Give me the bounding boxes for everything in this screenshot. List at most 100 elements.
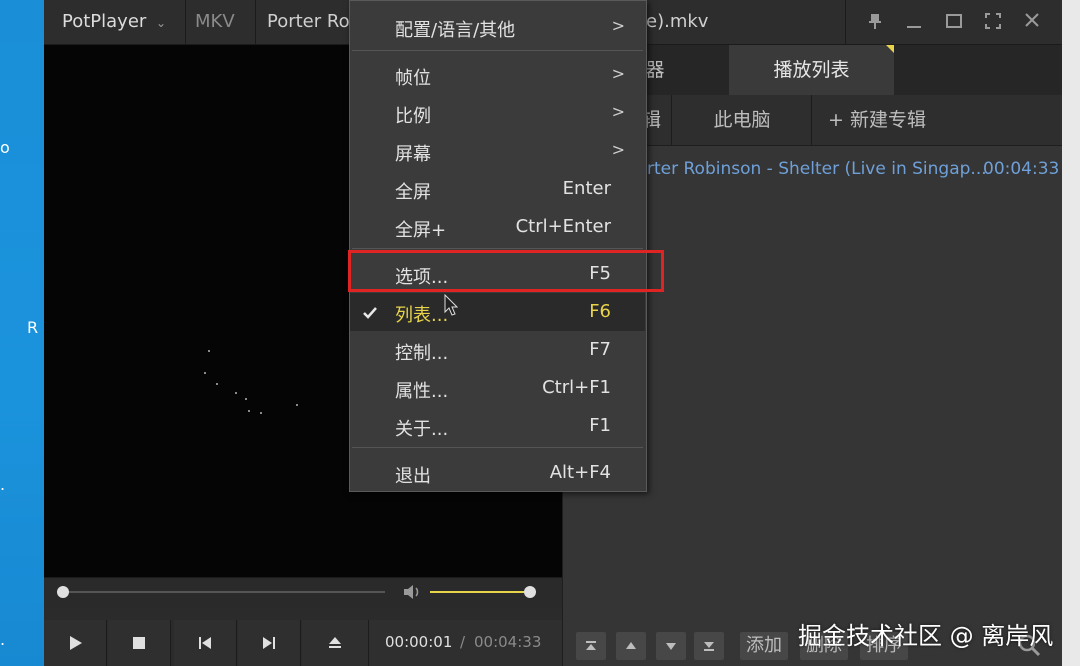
submenu-arrow-icon: > [611, 140, 625, 159]
menu-item-properties[interactable]: 属性... Ctrl+F1 [350, 369, 645, 407]
menu-item-control[interactable]: 控制... F7 [350, 331, 645, 369]
menu-item-screen[interactable]: 屏幕 > [350, 132, 645, 170]
desktop-icon-label: o [0, 138, 10, 157]
menu-item-label: 比例 [395, 106, 431, 127]
menu-item-exit[interactable]: 退出 Alt+F4 [350, 454, 645, 492]
app-menu-button[interactable]: PotPlayer ⌄ [62, 11, 166, 32]
menu-item-label: 列表... [395, 305, 449, 326]
chevron-down-icon: ⌄ [156, 16, 167, 30]
stop-icon [133, 637, 145, 649]
menu-item-label: 关于... [395, 419, 449, 440]
format-label: MKV [195, 11, 235, 32]
play-icon [70, 636, 82, 650]
menu-item-settings-language-other[interactable]: 配置/语言/其他 > [350, 8, 645, 46]
menu-item-shortcut: F1 [589, 415, 611, 436]
menu-item-shortcut: F6 [589, 301, 611, 322]
menu-item-label: 控制... [395, 343, 449, 364]
video-speck [296, 404, 298, 406]
tab-playlist[interactable]: 播放列表 [729, 45, 894, 95]
move-down-button[interactable] [656, 632, 686, 660]
seek-track[interactable] [60, 591, 385, 593]
title-separator [185, 0, 186, 44]
outer-scrollbar[interactable] [1062, 0, 1080, 666]
previous-button[interactable] [174, 620, 237, 666]
menu-item-playlist[interactable]: 列表... F6 [350, 293, 645, 331]
play-button[interactable] [44, 620, 107, 666]
fullscreen-icon[interactable] [984, 12, 1002, 30]
volume-track[interactable] [430, 591, 530, 593]
submenu-arrow-icon: > [611, 64, 625, 83]
menu-item-label: 屏幕 [395, 144, 431, 165]
title-separator [845, 0, 846, 44]
volume-handle[interactable] [524, 586, 536, 598]
volume-icon[interactable] [402, 584, 422, 600]
move-bottom-button[interactable] [694, 632, 724, 660]
video-speck [248, 410, 250, 412]
playlist-item-duration: 00:04:33 [983, 159, 1060, 179]
move-up-button[interactable] [616, 632, 646, 660]
menu-item-frame[interactable]: 帧位 > [350, 56, 645, 94]
move-bottom-icon [704, 642, 714, 651]
video-speck [216, 383, 218, 385]
arrow-down-icon [666, 643, 676, 650]
menu-item-shortcut: Alt+F4 [549, 462, 611, 483]
eject-button[interactable] [302, 620, 369, 666]
menu-item-label: 帧位 [395, 68, 431, 89]
stop-button[interactable] [108, 620, 171, 666]
menu-item-label: 退出 [395, 466, 431, 487]
app-name: PotPlayer [62, 11, 147, 32]
menu-separator [352, 447, 643, 448]
video-speck [245, 398, 247, 400]
video-speck [260, 412, 262, 414]
menu-item-shortcut: Ctrl+Enter [515, 216, 611, 237]
add-button[interactable]: 添加 [740, 632, 788, 660]
skip-back-icon [199, 637, 211, 649]
close-icon[interactable] [1023, 11, 1041, 29]
pin-icon[interactable] [866, 12, 884, 30]
video-speck [204, 372, 206, 374]
new-album-button[interactable]: + 新建专辑 [812, 95, 942, 145]
submenu-arrow-icon: > [611, 102, 625, 121]
menu-item-label: 全屏+ [395, 220, 447, 241]
menu-item-shortcut: F7 [589, 339, 611, 360]
maximize-icon[interactable] [945, 12, 963, 30]
skip-forward-icon [263, 637, 275, 649]
checkmark-icon [362, 304, 378, 319]
menu-item-fullscreen-plus[interactable]: 全屏+ Ctrl+Enter [350, 208, 645, 246]
menu-item-shortcut: Enter [562, 178, 611, 199]
title-separator [255, 0, 256, 44]
arrow-up-icon [626, 642, 636, 649]
move-top-icon [586, 641, 596, 650]
menu-item-about[interactable]: 关于... F1 [350, 407, 645, 445]
menu-item-label: 属性... [395, 381, 449, 402]
desktop-icon-label: R [27, 318, 39, 337]
time-current: 00:00:01 [385, 633, 453, 651]
video-speck [208, 350, 210, 352]
tab-marker [886, 45, 894, 53]
file-title-end: e).mkv [646, 11, 709, 32]
tab-this-pc[interactable]: 此电脑 [673, 95, 812, 145]
watermark-text: 掘金技术社区 @ 离岸风 [798, 622, 1054, 650]
menu-separator [352, 248, 643, 249]
next-button[interactable] [238, 620, 301, 666]
menu-item-fullscreen[interactable]: 全屏 Enter [350, 170, 645, 208]
playlist-item-title: rter Robinson - Shelter (Live in Singap.… [647, 159, 987, 179]
minimize-icon[interactable] [905, 12, 923, 30]
volume-level [430, 591, 530, 593]
menu-item-label: 全屏 [395, 182, 431, 203]
submenu-arrow-icon: > [611, 16, 625, 35]
menu-item-label: 配置/语言/其他 [395, 20, 516, 41]
mouse-cursor-icon [444, 293, 459, 316]
file-title-start: Porter Ro [267, 11, 350, 32]
annotation-highlight-box [348, 250, 664, 292]
menu-item-ratio[interactable]: 比例 > [350, 94, 645, 132]
desktop-icon-label: . [0, 630, 6, 649]
time-total: 00:04:33 [474, 633, 542, 651]
move-top-button[interactable] [576, 632, 606, 660]
menu-item-shortcut: Ctrl+F1 [542, 377, 611, 398]
eject-icon [329, 637, 341, 648]
time-separator: / [460, 633, 466, 651]
menu-separator [352, 50, 643, 51]
video-speck [235, 392, 237, 394]
desktop-icon-label: . [0, 475, 6, 494]
